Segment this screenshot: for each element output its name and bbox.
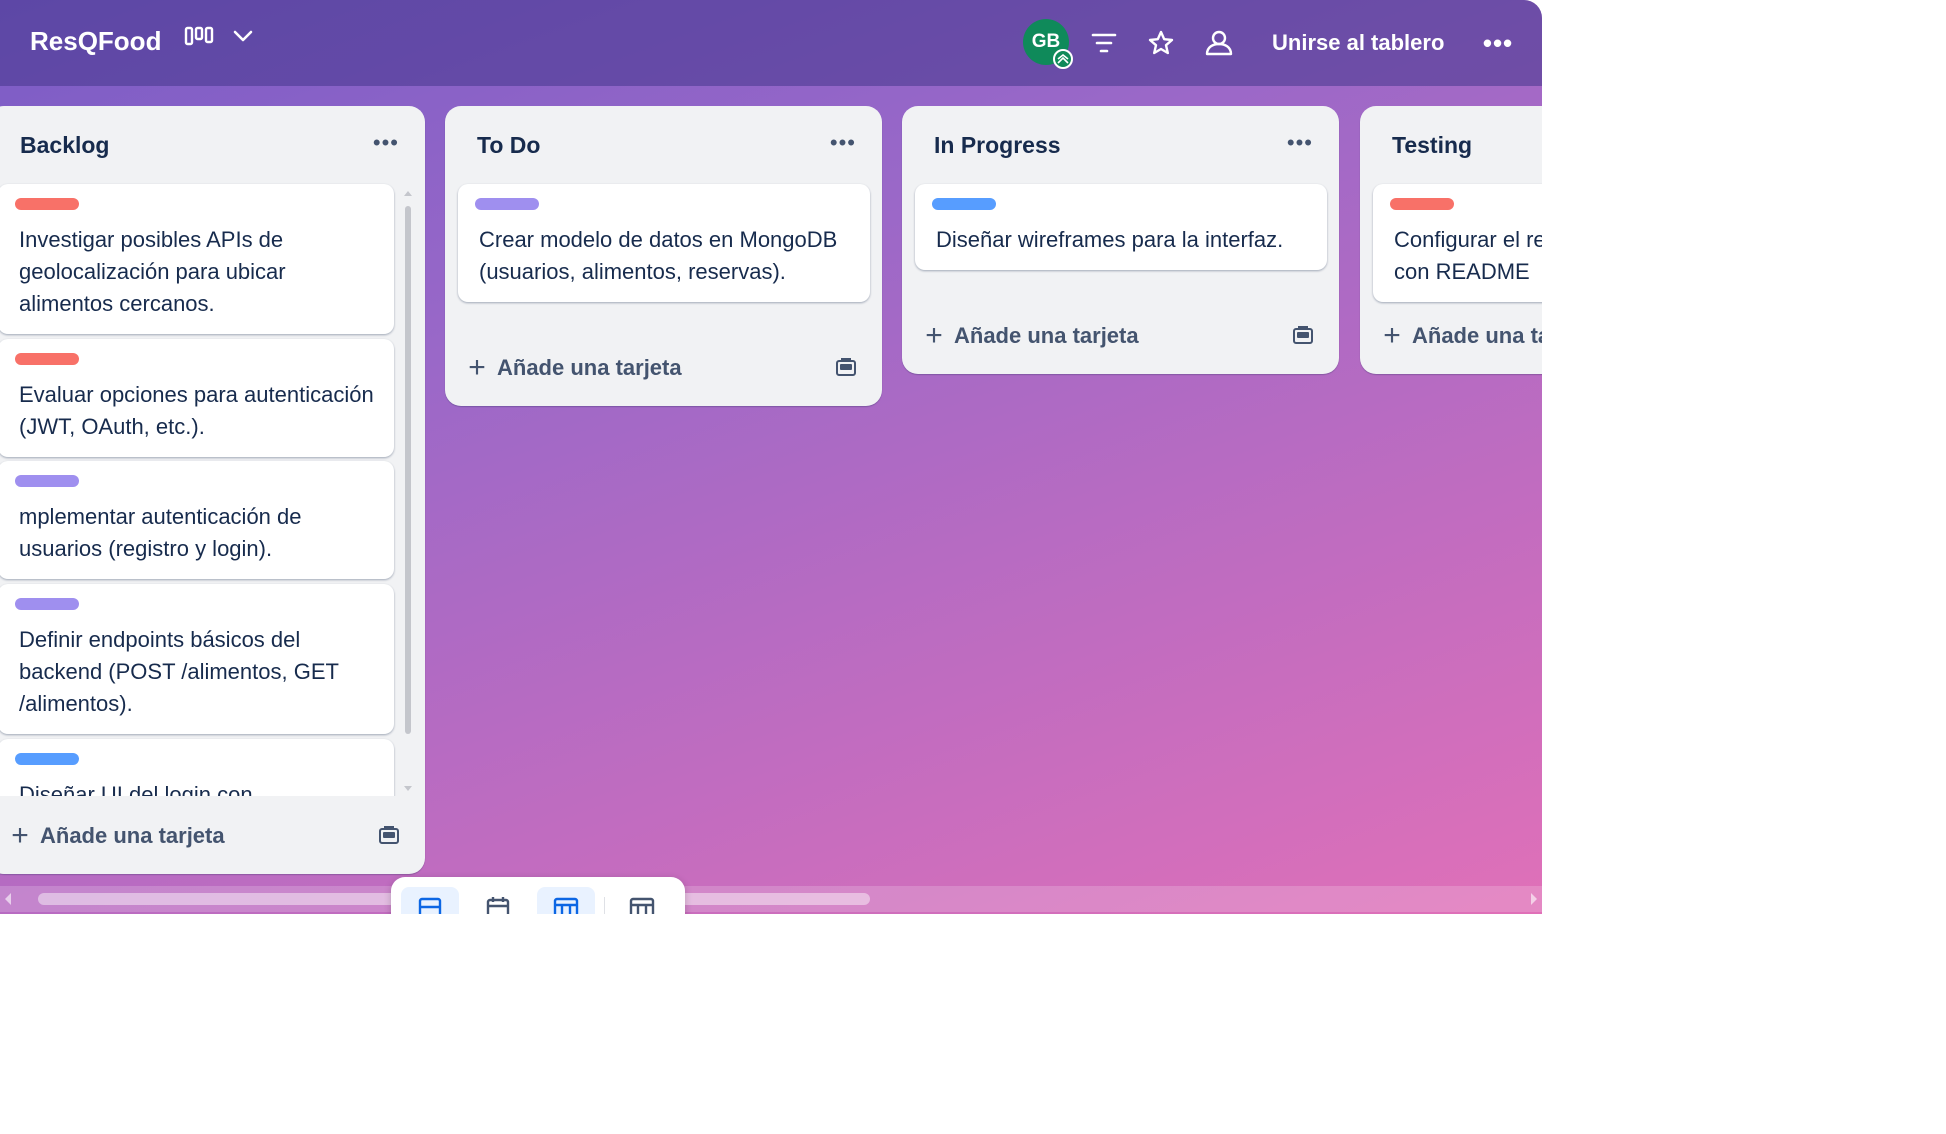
- card-text: Definir endpoints básicos del backend (P…: [19, 627, 339, 716]
- plus-icon: +: [468, 351, 486, 384]
- list-menu-button[interactable]: •••: [830, 130, 856, 156]
- card-text: Diseñar UI del login con: [19, 782, 253, 796]
- board-menu-button[interactable]: •••: [1478, 22, 1518, 64]
- calendar-icon: [486, 897, 510, 914]
- chevron-down-icon[interactable]: [232, 29, 254, 43]
- switcher-divider: [604, 897, 605, 914]
- admin-badge-icon: [1053, 49, 1073, 69]
- star-icon[interactable]: [1145, 27, 1177, 59]
- list-header: To Do •••: [445, 106, 882, 182]
- add-card-button[interactable]: + Añade una tarjeta: [1374, 312, 1542, 360]
- board-view-switcher[interactable]: [184, 26, 254, 46]
- list-testing: Testing Configurar el repositorio en Git…: [1360, 106, 1542, 374]
- card-text: Diseñar wireframes para la interfaz.: [936, 227, 1284, 252]
- list-scrollbar-thumb[interactable]: [405, 206, 411, 734]
- card-text: mplementar autenticación de usuarios (re…: [19, 504, 302, 561]
- member-avatar[interactable]: GB: [1023, 19, 1073, 69]
- list-menu-button[interactable]: •••: [1287, 130, 1313, 156]
- card-text: Investigar posibles APIs de geolocalizac…: [19, 227, 286, 316]
- card-label: [15, 598, 79, 610]
- card-label: [15, 753, 79, 765]
- card[interactable]: Diseñar UI del login con: [0, 739, 394, 796]
- list-title[interactable]: Testing: [1392, 132, 1472, 159]
- list-header: In Progress •••: [902, 106, 1339, 182]
- scroll-left-icon[interactable]: [2, 891, 14, 907]
- card-label: [15, 353, 79, 365]
- card[interactable]: Evaluar opciones para autenticación (JWT…: [0, 339, 394, 457]
- card-label: [15, 475, 79, 487]
- card-label: [15, 198, 79, 210]
- card-text: Configurar el repositorio en GitHub con …: [1394, 227, 1542, 284]
- card-text: Evaluar opciones para autenticación (JWT…: [19, 382, 374, 439]
- add-card-label: Añade una tarjeta: [954, 323, 1139, 348]
- card[interactable]: Investigar posibles APIs de geolocalizac…: [0, 184, 394, 334]
- add-card-button[interactable]: + Añade una tarjeta: [2, 812, 411, 860]
- list-scrollbar[interactable]: [402, 188, 414, 794]
- share-icon[interactable]: [1203, 27, 1235, 59]
- bottom-view-switcher: [391, 877, 685, 914]
- list-in-progress: In Progress ••• Diseñar wireframes para …: [902, 106, 1339, 374]
- card[interactable]: Configurar el repositorio en GitHub con …: [1373, 184, 1542, 302]
- inbox-view-button[interactable]: [401, 887, 459, 914]
- card[interactable]: Crear modelo de datos en MongoDB (usuari…: [458, 184, 870, 302]
- list-menu-button[interactable]: •••: [373, 130, 399, 156]
- list-to-do: To Do ••• Crear modelo de datos en Mongo…: [445, 106, 882, 406]
- list-header: Backlog •••: [0, 106, 425, 182]
- avatar-initials: GB: [1031, 31, 1061, 52]
- plus-icon: +: [11, 819, 29, 852]
- card-text: Crear modelo de datos en MongoDB (usuari…: [479, 227, 838, 284]
- board-horizontal-scrollbar[interactable]: [0, 886, 1542, 912]
- inbox-icon: [418, 897, 442, 914]
- card-label: [932, 198, 996, 210]
- planner-view-button[interactable]: [469, 887, 527, 914]
- card[interactable]: mplementar autenticación de usuarios (re…: [0, 461, 394, 579]
- switch-boards-icon: [629, 897, 655, 914]
- filter-icon[interactable]: [1088, 27, 1120, 59]
- list-title[interactable]: In Progress: [934, 132, 1061, 159]
- add-card-button[interactable]: + Añade una tarjeta: [916, 312, 1325, 360]
- board-icon: [553, 897, 579, 914]
- plus-icon: +: [925, 319, 943, 352]
- join-board-button[interactable]: Unirse al tablero: [1262, 22, 1454, 64]
- add-card-label: Añade una tarjeta: [497, 355, 682, 380]
- list-backlog: Backlog ••• Investigar posibles APIs de …: [0, 106, 425, 874]
- card-template-icon[interactable]: [377, 824, 401, 853]
- board-canvas: ResQFood GB Unirse al tablero ••• Backlo…: [0, 0, 1542, 914]
- card-template-icon[interactable]: [834, 356, 858, 385]
- list-cards-scroll[interactable]: Investigar posibles APIs de geolocalizac…: [0, 182, 425, 796]
- board-title[interactable]: ResQFood: [30, 26, 161, 57]
- scroll-right-icon[interactable]: [1528, 891, 1540, 907]
- card[interactable]: Diseñar wireframes para la interfaz.: [915, 184, 1327, 270]
- list-title[interactable]: Backlog: [20, 132, 109, 159]
- board-view-button[interactable]: [537, 887, 595, 914]
- card[interactable]: Definir endpoints básicos del backend (P…: [0, 584, 394, 734]
- card-label: [475, 198, 539, 210]
- board-view-icon[interactable]: [184, 26, 214, 46]
- plus-icon: +: [1383, 319, 1401, 352]
- list-title[interactable]: To Do: [477, 132, 540, 159]
- board-header: ResQFood GB Unirse al tablero •••: [0, 0, 1542, 86]
- card-label: [1390, 198, 1454, 210]
- card-template-icon[interactable]: [1291, 324, 1315, 353]
- add-card-button[interactable]: + Añade una tarjeta: [459, 344, 868, 392]
- add-card-label: Añade una tarjeta: [1412, 323, 1542, 348]
- add-card-label: Añade una tarjeta: [40, 823, 225, 848]
- list-header: Testing: [1360, 106, 1542, 182]
- switch-boards-button[interactable]: [613, 887, 671, 914]
